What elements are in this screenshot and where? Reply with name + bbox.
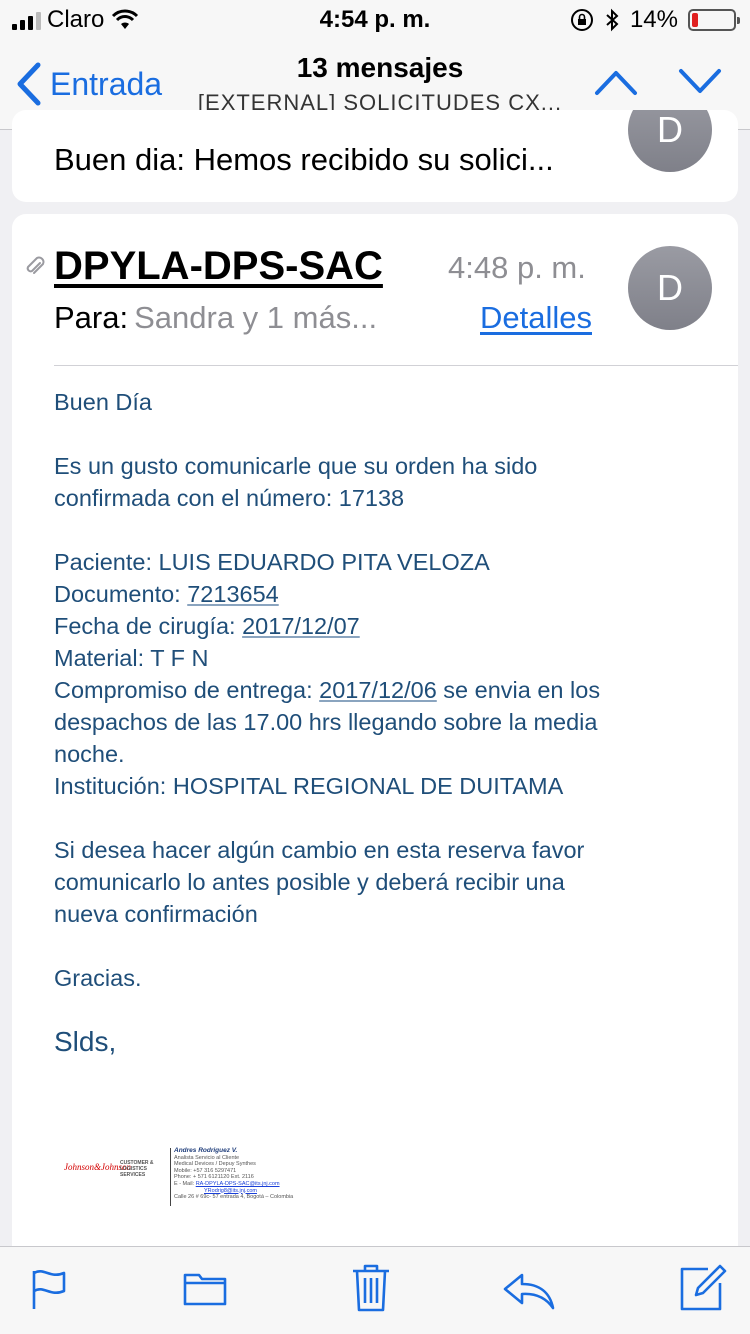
bottom-toolbar [0, 1246, 750, 1334]
previous-message-button[interactable] [594, 68, 638, 96]
next-message-button[interactable] [678, 68, 722, 96]
attachment-icon [26, 256, 45, 274]
compose-icon[interactable] [678, 1263, 728, 1313]
delivery-line: despachos de las 17.00 hrs llegando sobr… [54, 709, 598, 735]
signature-phone: Phone: + 571 6121120 Ext. 2116 [174, 1174, 254, 1181]
previous-message-snippet: Buen dia: Hemos recibido su solici... [54, 142, 554, 177]
header-divider [54, 365, 738, 366]
battery-percent: 14% [629, 6, 678, 33]
to-label: Para: [54, 300, 129, 335]
signature-email-row: YRodrig8@its.jnj.com [174, 1188, 293, 1195]
document-line: Documento: 7213654 [54, 578, 714, 610]
battery-level [692, 13, 698, 27]
chevron-left-icon [17, 62, 41, 106]
trash-icon[interactable] [350, 1263, 392, 1313]
surgery-date-link[interactable]: 2017/12/07 [242, 613, 360, 639]
signature-email-label: E - Mail: [174, 1180, 196, 1187]
signature-divider [170, 1148, 171, 1206]
orientation-lock-icon [570, 9, 593, 31]
change-request-line: Si desea hacer algún cambio en esta rese… [54, 837, 585, 863]
delivery-date-link[interactable]: 2017/12/06 [319, 677, 437, 703]
bluetooth-icon [606, 8, 619, 32]
battery-icon [688, 9, 740, 31]
intro-line: confirmada con el número: 17138 [54, 485, 405, 511]
surgery-date-line: Fecha de cirugía: 2017/12/07 [54, 610, 714, 642]
recipients-summary[interactable]: Sandra y 1 más... [134, 300, 377, 335]
closing-line: Slds, [54, 1026, 117, 1057]
company-logo-subtitle: CUSTOMER & LOGISTICS SERVICES [120, 1160, 154, 1178]
intro-line: Es un gusto comunicarle que su orden ha … [54, 453, 538, 479]
signature-email-link[interactable]: YRodrig8@its.jnj.com [204, 1188, 257, 1194]
message-time: 4:48 p. m. [448, 250, 586, 285]
back-button[interactable]: Entrada [16, 62, 162, 106]
delivery-line: Compromiso de entrega: 2017/12/06 se env… [54, 674, 714, 706]
change-request-line: nueva confirmación [54, 901, 258, 927]
signature-mobile: Mobile: +57 316 5297471 [174, 1167, 237, 1174]
document-number-link[interactable]: 7213654 [187, 581, 279, 607]
message-card: DPYLA-DPS-SAC 4:48 p. m. Para: Sandra y 1… [12, 214, 738, 1254]
message-navigation [594, 68, 722, 96]
thanks-line: Gracias. [54, 965, 142, 991]
delivery-line: noche. [54, 741, 125, 767]
delivery-text: se envia en los [436, 677, 601, 703]
thread-title: 13 mensajes [EXTERNAL] SOLICITUDES CX... [190, 52, 570, 116]
greeting: Buen Día [54, 389, 152, 415]
signature-email-row: E - Mail: RA-DPYLA-DPS-SAC@its.jnj.com [174, 1181, 293, 1188]
signature-company: Medical Devices / Depuy Synthes [174, 1161, 256, 1168]
reply-icon[interactable] [502, 1271, 556, 1311]
surgery-date-label: Fecha de cirugía: [54, 613, 243, 639]
back-label: Entrada [50, 65, 163, 102]
avatar: D [628, 110, 712, 172]
sender-name[interactable]: DPYLA-DPS-SAC [54, 244, 383, 289]
status-bar: Claro 4:54 p. m. 14% [0, 0, 750, 40]
status-right: 14% [570, 6, 740, 34]
message-body: Buen Día Es un gusto comunicarle que su … [54, 386, 714, 1058]
signature-details: Andres Rodriguez V. Analista Servicio al… [174, 1147, 294, 1201]
material-line: Material: T F N [54, 645, 209, 671]
institution-line: Institución: HOSPITAL REGIONAL DE DUITAM… [54, 773, 564, 799]
signature-address: Calle 26 # 69c- 57 entrada 4, Bogotá – C… [174, 1194, 294, 1201]
document-label: Documento: [54, 581, 188, 607]
sender-avatar[interactable]: D [628, 246, 712, 330]
previous-message-card[interactable]: Buen dia: Hemos recibido su solici... D [12, 110, 738, 202]
delivery-label: Compromiso de entrega: [54, 677, 320, 703]
email-signature: Johnson&Johnson CUSTOMER & LOGISTICS SER… [64, 1144, 364, 1208]
change-request-line: comunicarlo lo antes posible y deberá re… [54, 869, 565, 895]
patient-line: Paciente: LUIS EDUARDO PITA VELOZA [54, 549, 490, 575]
signature-role: Analista Servicio al Cliente [174, 1154, 240, 1161]
signature-name: Andres Rodriguez V. [174, 1147, 238, 1154]
flag-icon[interactable] [30, 1267, 68, 1311]
message-count: 13 mensajes [296, 52, 464, 83]
recipients-row: Para: Sandra y 1 más... [54, 300, 377, 336]
folder-icon[interactable] [182, 1267, 228, 1307]
signature-email-link[interactable]: RA-DPYLA-DPS-SAC@its.jnj.com [196, 1181, 280, 1187]
details-link[interactable]: Detalles [480, 300, 592, 336]
